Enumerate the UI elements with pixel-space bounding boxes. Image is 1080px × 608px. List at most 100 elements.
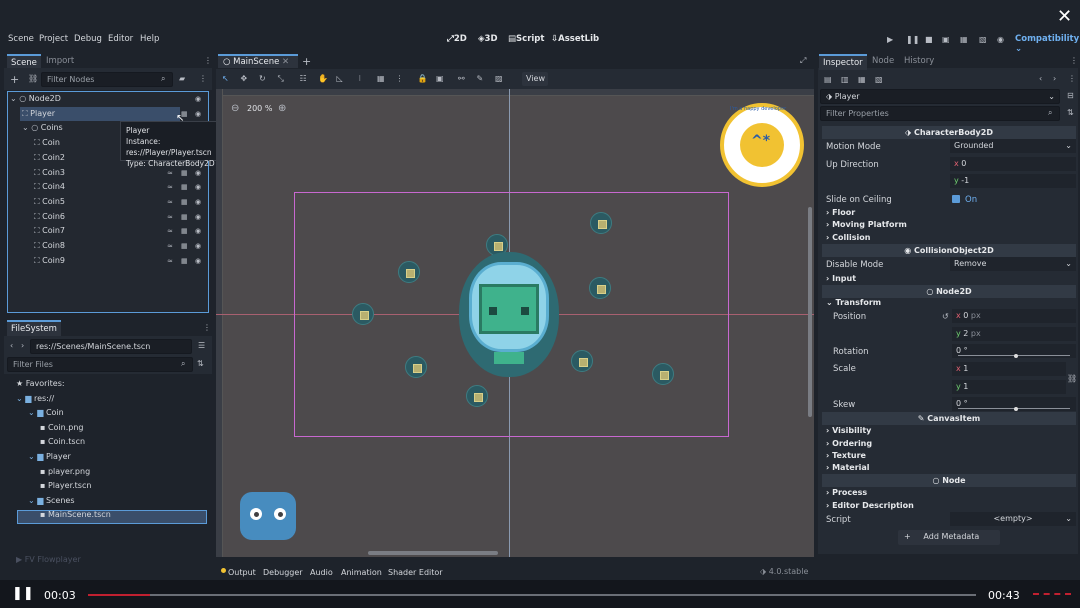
- script-field[interactable]: <empty> ⌄: [950, 512, 1076, 526]
- menu-project[interactable]: Project: [39, 34, 68, 44]
- play-icon[interactable]: ▶: [887, 35, 893, 44]
- menu-scene[interactable]: Scene: [8, 34, 34, 44]
- remote-debug-icon[interactable]: ▣: [942, 35, 950, 44]
- signal-icon[interactable]: ≈: [167, 227, 173, 235]
- scale-x[interactable]: x 1: [952, 362, 1066, 376]
- new-resource-icon[interactable]: ▤: [824, 75, 832, 84]
- play-scene-icon[interactable]: ▦: [960, 35, 968, 44]
- tab-animation[interactable]: Animation: [341, 568, 382, 577]
- forward-icon[interactable]: ›: [21, 341, 24, 350]
- file-row[interactable]: ⌄ ▆ res://: [16, 394, 176, 408]
- link-scale-icon[interactable]: ⛓: [1067, 374, 1077, 383]
- menu-help[interactable]: Help: [140, 34, 159, 44]
- position-y[interactable]: y 2 px: [952, 327, 1076, 341]
- workspace-2d[interactable]: ⤢2D: [447, 34, 467, 44]
- scene-instance-icon[interactable]: ▦: [181, 257, 188, 265]
- bone-icon[interactable]: ✎: [477, 74, 484, 83]
- file-row[interactable]: ▪ Coin.tscn: [40, 437, 200, 451]
- workspace-script[interactable]: ▤Script: [508, 34, 544, 44]
- view-menu[interactable]: View: [522, 72, 548, 86]
- vertical-scrollbar[interactable]: [808, 207, 812, 417]
- lock-icon[interactable]: 🔒: [418, 74, 428, 83]
- up-direction-x[interactable]: x 0: [950, 157, 1076, 171]
- slider-grabber[interactable]: [1014, 407, 1018, 411]
- scene-instance-icon[interactable]: ▦: [181, 227, 188, 235]
- scene-instance-icon[interactable]: ▦: [181, 198, 188, 206]
- coin-sprite[interactable]: [571, 350, 593, 372]
- menu-debug[interactable]: Debug: [74, 34, 102, 44]
- movie-maker-icon[interactable]: ◉: [997, 35, 1004, 44]
- visibility-icon[interactable]: ◉: [195, 257, 201, 265]
- signal-icon[interactable]: ≈: [167, 213, 173, 221]
- back-icon[interactable]: ‹: [10, 341, 13, 350]
- signal-icon[interactable]: ≈: [167, 242, 173, 250]
- reset-icon[interactable]: ↺: [942, 312, 949, 321]
- menu-editor[interactable]: Editor: [108, 34, 133, 44]
- node-selector[interactable]: ⬗ Player ⌄: [820, 89, 1060, 104]
- file-row[interactable]: ⌄ ▆ Scenes: [28, 496, 188, 510]
- group-floor[interactable]: › Floor: [826, 208, 855, 217]
- stop-icon[interactable]: ■: [925, 35, 933, 44]
- visibility-icon[interactable]: ◉: [195, 169, 201, 177]
- dock-menu-icon[interactable]: ⋮: [204, 56, 212, 65]
- new-tab-icon[interactable]: +: [302, 55, 311, 68]
- group-transform[interactable]: ⌄ Transform: [826, 298, 881, 307]
- tab-filesystem[interactable]: FileSystem: [7, 320, 61, 336]
- signal-icon[interactable]: ≈: [167, 183, 173, 191]
- tab-debugger[interactable]: Debugger: [263, 568, 303, 577]
- ruler-icon[interactable]: ◺: [337, 74, 343, 83]
- tab-mainscene[interactable]: ○ MainScene ✕: [218, 54, 298, 68]
- scale-y[interactable]: y 1: [952, 380, 1066, 394]
- skeleton-icon[interactable]: ⚯: [458, 74, 465, 83]
- slider-grabber[interactable]: [1014, 354, 1018, 358]
- scene-node-row[interactable]: ⌄ ○ Node2D: [10, 94, 190, 108]
- pan-mode-icon[interactable]: ✋: [318, 74, 328, 83]
- coin-sprite[interactable]: [466, 385, 488, 407]
- fs-menu-icon[interactable]: ⋮: [203, 323, 211, 332]
- section-collisionobject2d[interactable]: ◉ CollisionObject2D: [822, 244, 1076, 257]
- group-icon[interactable]: ▣: [436, 74, 444, 83]
- skew-slider[interactable]: 0 °: [952, 397, 1076, 411]
- filter-properties-input[interactable]: Filter Properties: [820, 106, 1060, 121]
- smart-snap-icon[interactable]: ⁝: [359, 74, 362, 83]
- visibility-icon[interactable]: ◉: [195, 198, 201, 206]
- add-metadata-button[interactable]: + Add Metadata: [898, 530, 1000, 545]
- pause-icon[interactable]: ❚❚: [906, 35, 919, 44]
- visibility-icon[interactable]: ◉: [195, 183, 201, 191]
- group-ordering[interactable]: › Ordering: [826, 439, 872, 448]
- zoom-level[interactable]: 200 %: [247, 104, 272, 113]
- file-row[interactable]: ⌄ ▆ Player: [28, 452, 188, 466]
- select-mode-icon[interactable]: ↖: [222, 74, 229, 83]
- snap-options-icon[interactable]: ⋮: [396, 74, 404, 83]
- zoom-out-icon[interactable]: ⊖: [231, 103, 239, 114]
- coin-sprite[interactable]: [405, 356, 427, 378]
- link-icon[interactable]: ⛓: [28, 74, 38, 83]
- file-row[interactable]: ★ Favorites:: [16, 379, 176, 393]
- history-forward-icon[interactable]: ›: [1053, 74, 1056, 83]
- visibility-icon[interactable]: ◉: [195, 213, 201, 221]
- distraction-free-icon[interactable]: ⤢: [800, 56, 806, 66]
- visibility-icon[interactable]: ◉: [195, 95, 201, 103]
- horizontal-scrollbar[interactable]: [368, 551, 498, 555]
- group-collision[interactable]: › Collision: [826, 233, 870, 242]
- filter-files-input[interactable]: Filter Files: [7, 357, 193, 372]
- scale-mode-icon[interactable]: ⤡: [278, 74, 284, 84]
- history-back-icon[interactable]: ‹: [1039, 74, 1042, 83]
- props-tools-icon[interactable]: ⇅: [1067, 108, 1074, 117]
- coin-sprite[interactable]: [589, 277, 611, 299]
- signal-icon[interactable]: ≈: [167, 169, 173, 177]
- group-input[interactable]: › Input: [826, 274, 856, 283]
- pause-button[interactable]: ❚❚: [12, 586, 34, 601]
- coin-sprite[interactable]: [652, 363, 674, 385]
- player-sprite[interactable]: [459, 252, 559, 377]
- tab-import[interactable]: Import: [42, 54, 78, 68]
- group-material[interactable]: › Material: [826, 463, 870, 472]
- disable-mode-select[interactable]: Remove ⌄: [950, 257, 1076, 271]
- list-select-icon[interactable]: ☷: [300, 74, 307, 83]
- section-node2d[interactable]: ○ Node2D: [822, 285, 1076, 298]
- file-row[interactable]: ▪ Player.tscn: [40, 481, 200, 495]
- tab-output[interactable]: Output: [228, 568, 256, 577]
- workspace-assetlib[interactable]: ⇩AssetLib: [551, 34, 599, 44]
- file-row[interactable]: ⌄ ▆ Coin: [28, 408, 188, 422]
- group-texture[interactable]: › Texture: [826, 451, 866, 460]
